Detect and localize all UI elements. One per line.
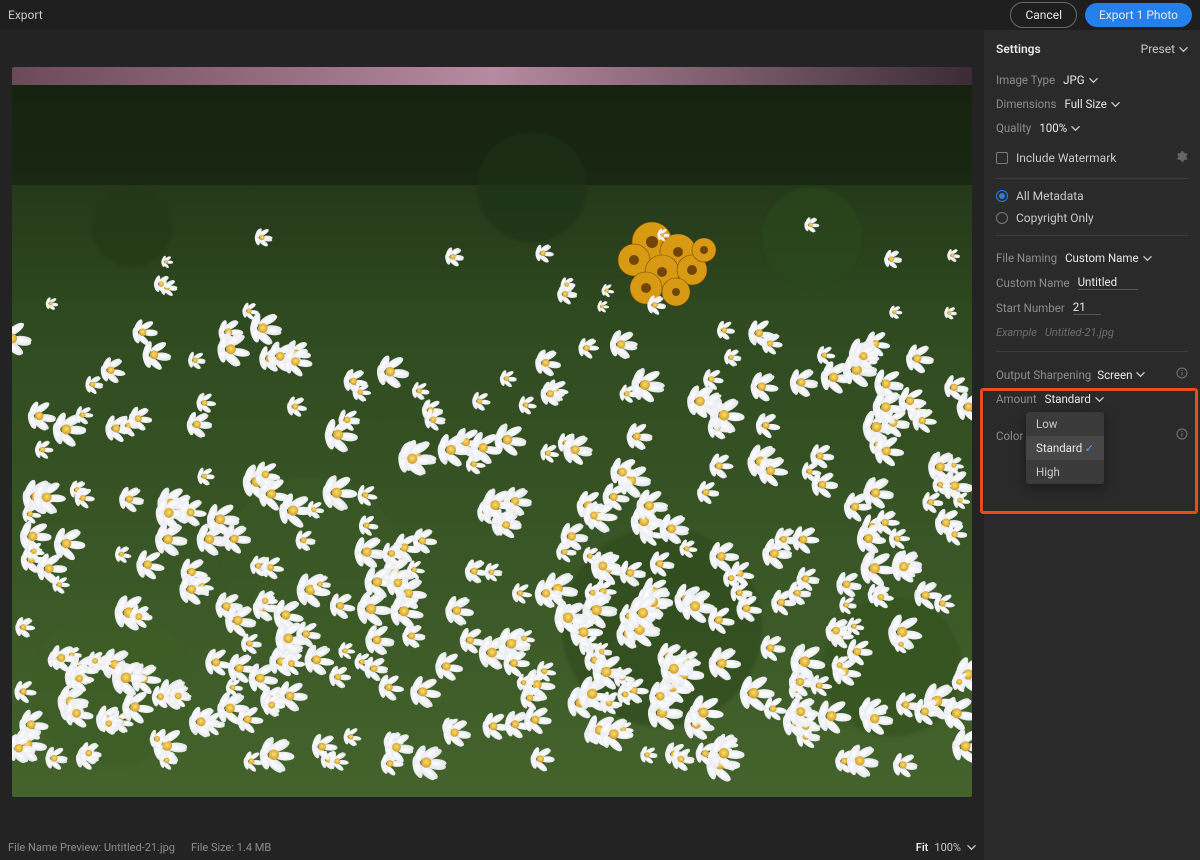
topbar-actions: Cancel Export 1 Photo (1010, 2, 1192, 28)
metadata-all-radio[interactable]: All Metadata (984, 185, 1200, 207)
option-label: High (1036, 465, 1060, 479)
preset-dropdown[interactable]: Preset (1141, 42, 1188, 56)
filename-preview-value: Untitled-21.jpg (104, 841, 175, 854)
dimensions-value: Full Size (1064, 97, 1106, 111)
cancel-button[interactable]: Cancel (1010, 2, 1077, 28)
output-sharpening-value: Screen (1097, 368, 1132, 382)
amount-dropdown[interactable]: Standard (1045, 392, 1104, 406)
settings-heading: Settings (996, 42, 1041, 56)
chevron-down-icon (1136, 370, 1145, 379)
chevron-down-icon (1111, 100, 1120, 109)
file-size-label: File Size: (191, 841, 234, 854)
amount-value: Standard (1045, 392, 1091, 406)
output-sharpening-label: Output Sharpening (996, 368, 1091, 382)
file-size-value: 1.4 MB (237, 841, 271, 854)
quality-dropdown[interactable]: 100% (1039, 121, 1080, 135)
image-type-value: JPG (1063, 73, 1084, 87)
gear-icon[interactable] (1175, 150, 1188, 166)
example-value: Untitled-21.jpg (1045, 326, 1114, 339)
example-label: Example (996, 326, 1037, 339)
custom-name-input[interactable]: Untitled (1078, 275, 1138, 290)
info-icon[interactable] (1176, 367, 1188, 382)
file-naming-value: Custom Name (1065, 251, 1139, 265)
file-naming-dropdown[interactable]: Custom Name (1065, 251, 1152, 265)
preview-area: File Name Preview: Untitled-21.jpg File … (0, 30, 984, 860)
info-icon[interactable] (1176, 428, 1188, 443)
metadata-all-label: All Metadata (1016, 189, 1084, 203)
fit-value: 100% (934, 841, 961, 854)
photo-preview[interactable] (12, 67, 972, 797)
dimensions-label: Dimensions (996, 97, 1056, 111)
quality-label: Quality (996, 121, 1031, 135)
settings-panel: Settings Preset Image Type JPG (984, 30, 1200, 860)
quality-value: 100% (1039, 121, 1067, 135)
zoom-control[interactable]: Fit 100% (916, 841, 976, 854)
option-label: Standard (1036, 441, 1082, 455)
filename-preview-label: File Name Preview: (8, 841, 101, 854)
amount-option-low[interactable]: Low (1026, 412, 1104, 436)
metadata-copyright-label: Copyright Only (1016, 211, 1094, 225)
check-icon: ✓ (1085, 442, 1094, 455)
filename-preview: File Name Preview: Untitled-21.jpg (8, 841, 175, 854)
amount-option-high[interactable]: High (1026, 460, 1104, 484)
file-naming-label: File Naming (996, 251, 1057, 265)
checkbox-icon (996, 152, 1008, 164)
preview-canvas (0, 30, 984, 834)
include-watermark-checkbox[interactable]: Include Watermark (996, 151, 1116, 165)
export-button[interactable]: Export 1 Photo (1085, 3, 1192, 27)
status-bar: File Name Preview: Untitled-21.jpg File … (0, 834, 984, 860)
include-watermark-label: Include Watermark (1016, 151, 1116, 165)
start-number-label: Start Number (996, 301, 1065, 315)
preset-label: Preset (1141, 42, 1175, 56)
chevron-down-icon (967, 843, 976, 852)
chevron-down-icon (1179, 45, 1188, 54)
image-type-label: Image Type (996, 73, 1055, 87)
chevron-down-icon (1143, 254, 1152, 263)
radio-icon (996, 190, 1008, 202)
radio-icon (996, 212, 1008, 224)
start-number-input[interactable]: 21 (1073, 300, 1101, 315)
file-size: File Size: 1.4 MB (191, 841, 271, 854)
dimensions-dropdown[interactable]: Full Size (1064, 97, 1119, 111)
amount-dropdown-menu[interactable]: Low Standard✓ High (1026, 412, 1104, 484)
chevron-down-icon (1071, 124, 1080, 133)
topbar: Export Cancel Export 1 Photo (0, 0, 1200, 30)
amount-option-standard[interactable]: Standard✓ (1026, 436, 1104, 460)
chevron-down-icon (1095, 395, 1104, 404)
fit-label: Fit (916, 841, 929, 854)
metadata-copyright-radio[interactable]: Copyright Only (984, 207, 1200, 229)
chevron-down-icon (1089, 76, 1098, 85)
dialog-title: Export (8, 8, 43, 22)
amount-label: Amount (996, 392, 1037, 406)
output-sharpening-dropdown[interactable]: Screen (1097, 368, 1145, 382)
option-label: Low (1036, 417, 1057, 431)
custom-name-label: Custom Name (996, 276, 1070, 290)
image-type-dropdown[interactable]: JPG (1063, 73, 1097, 87)
